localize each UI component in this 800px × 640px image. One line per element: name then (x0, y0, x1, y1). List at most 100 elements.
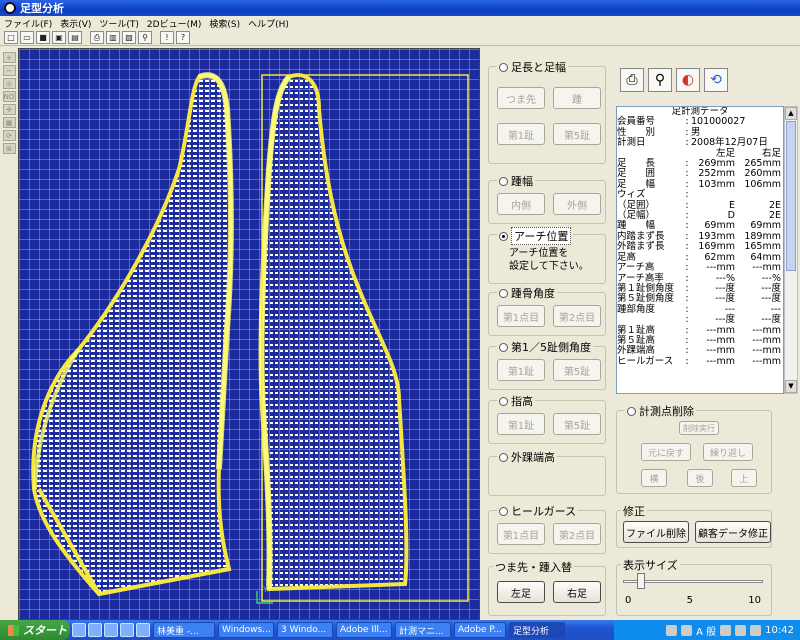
delete-exec-button[interactable]: 削除実行 (679, 421, 719, 435)
top-button[interactable]: 上 (731, 469, 757, 487)
search-icon[interactable]: ⚲ (138, 31, 152, 44)
task-item-5[interactable]: 計測マニ... (395, 622, 451, 638)
move-icon[interactable]: ✢ (2, 104, 16, 115)
app-icon (4, 2, 16, 14)
export-icon[interactable]: ▧ (122, 31, 136, 44)
preview-data-icon[interactable]: ⚲ (648, 68, 672, 92)
menu-search[interactable]: 検索(S) (205, 17, 244, 30)
tray-icon-4[interactable] (735, 624, 747, 636)
menu-help[interactable]: ヘルプ(H) (244, 17, 293, 30)
file-delete-button[interactable]: ファイル削除 (623, 521, 689, 543)
rotate-icon[interactable]: ⟳ (2, 130, 16, 141)
save-icon[interactable]: ■ (36, 31, 50, 44)
zoom-fit-icon[interactable]: ◎ (2, 78, 16, 89)
measure-icon[interactable]: ! (160, 31, 174, 44)
zoom-out-icon[interactable]: − (2, 65, 16, 76)
print-icon[interactable]: ⎙ (90, 31, 104, 44)
foot-length-width-label: 足長と足幅 (511, 61, 566, 74)
grid-icon[interactable]: ▦ (2, 117, 16, 128)
angle-fifth-toe-button[interactable]: 第5趾 (553, 359, 601, 381)
tray-icon-1[interactable] (666, 624, 678, 636)
open-icon[interactable]: ▭ (20, 31, 34, 44)
task-item-2[interactable]: Windows... (218, 622, 274, 638)
ankle-height-group: 外踝端高 (488, 449, 606, 496)
side-button[interactable]: 横 (641, 469, 667, 487)
task-item-active[interactable]: 足型分析 (509, 622, 565, 638)
height-fifth-toe-button[interactable]: 第5趾 (553, 413, 601, 435)
data-row: ヒールガース: ---mm ---mm (617, 355, 781, 367)
zoom-in-icon[interactable]: + (2, 52, 16, 63)
quicklaunch-ie-icon[interactable] (72, 623, 86, 637)
point-delete-radio[interactable] (627, 406, 636, 416)
girth-point1-button[interactable]: 第1点目 (497, 523, 545, 545)
toe-height-radio[interactable] (499, 396, 508, 406)
foot-scan-canvas[interactable]: Y (18, 48, 480, 620)
data-row-left: ---mm (706, 262, 735, 274)
arch-radio[interactable] (499, 231, 508, 241)
outer-button[interactable]: 外側 (553, 193, 601, 215)
left-foot-button[interactable]: 左足 (497, 581, 545, 603)
task-item-1[interactable]: 林美重 -... (153, 622, 215, 638)
slider-thumb[interactable] (636, 573, 645, 589)
point1-button[interactable]: 第1点目 (497, 305, 545, 327)
heel-button[interactable]: 踵 (553, 87, 601, 109)
preview-icon[interactable]: ▥ (106, 31, 120, 44)
no-icon[interactable]: NO (2, 91, 16, 102)
foot-scan-image (31, 72, 469, 604)
toe-button[interactable]: つま先 (497, 87, 545, 109)
data-row: 踵部角度: --- --- (617, 303, 781, 315)
menu-2dview[interactable]: 2Dビュー(M) (143, 17, 205, 30)
heel-girth-radio[interactable] (499, 506, 508, 516)
quicklaunch-desktop-icon[interactable] (104, 623, 118, 637)
data-scrollbar[interactable]: ▲ ▼ (784, 106, 798, 394)
menu-view[interactable]: 表示(V) (56, 17, 95, 30)
heel-bone-angle-radio[interactable] (499, 288, 508, 298)
task-item-3[interactable]: 3 Windo... (277, 622, 333, 638)
menu-file[interactable]: ファイル(F) (0, 17, 56, 30)
task-item-4[interactable]: Adobe Ill... (336, 622, 392, 638)
ime-indicator[interactable]: A 般 (696, 623, 716, 638)
refresh-icon[interactable]: ⟲ (704, 68, 728, 92)
start-button[interactable]: スタート (0, 620, 70, 640)
swap-group: つま先・踵入替 左足 右足 (488, 559, 606, 616)
angle-first-toe-button[interactable]: 第1趾 (497, 359, 545, 381)
task-item-6[interactable]: Adobe P... (454, 622, 506, 638)
new-icon[interactable]: □ (4, 31, 18, 44)
point2-button[interactable]: 第2点目 (553, 305, 601, 327)
menu-tools[interactable]: ツール(T) (95, 17, 143, 30)
scroll-thumb[interactable] (786, 121, 796, 271)
quicklaunch-media-icon[interactable] (120, 623, 134, 637)
data-row: : ---度 ---度 (617, 314, 783, 325)
first-toe-button[interactable]: 第1趾 (497, 123, 545, 145)
scroll-down-icon[interactable]: ▼ (785, 380, 797, 393)
tray-icon-3[interactable] (720, 624, 732, 636)
tray-icon-2[interactable] (681, 624, 693, 636)
print-data-icon[interactable]: ⎙ (620, 68, 644, 92)
toe-angle-radio[interactable] (499, 342, 508, 352)
measurement-data-list[interactable]: 足計測データ 会員番号:101000027 性 別:男 計測日:2008年12月… (616, 106, 784, 394)
scan-icon[interactable]: ▤ (68, 31, 82, 44)
foot-length-width-radio[interactable] (499, 62, 508, 72)
scroll-up-icon[interactable]: ▲ (785, 107, 797, 120)
right-foot-button[interactable]: 右足 (553, 581, 601, 603)
data-row: アーチ高: ---mm ---mm (617, 262, 781, 274)
display-size-slider[interactable] (619, 571, 771, 591)
align-icon[interactable]: ⊞ (2, 143, 16, 154)
quicklaunch-mail-icon[interactable] (88, 623, 102, 637)
undo-button[interactable]: 元に戻す (641, 443, 691, 461)
girth-point2-button[interactable]: 第2点目 (553, 523, 601, 545)
save-as-icon[interactable]: ▣ (52, 31, 66, 44)
redo-button[interactable]: 繰り返し (703, 443, 753, 461)
inner-button[interactable]: 内側 (497, 193, 545, 215)
volume-icon[interactable] (750, 624, 762, 636)
quicklaunch-app-icon[interactable] (136, 623, 150, 637)
help-icon[interactable]: ? (176, 31, 190, 44)
height-first-toe-button[interactable]: 第1趾 (497, 413, 545, 435)
customer-edit-button[interactable]: 顧客データ修正 (695, 521, 771, 543)
back-button[interactable]: 後 (687, 469, 713, 487)
ankle-height-radio[interactable] (499, 452, 508, 462)
heel-width-radio[interactable] (499, 176, 508, 186)
fifth-toe-button[interactable]: 第5趾 (553, 123, 601, 145)
foot-view-icon[interactable]: ◐ (676, 68, 700, 92)
data-panel: ⎙ ⚲ ◐ ⟲ 足計測データ 会員番号:101000027 性 別:男 計測日:… (614, 48, 800, 620)
